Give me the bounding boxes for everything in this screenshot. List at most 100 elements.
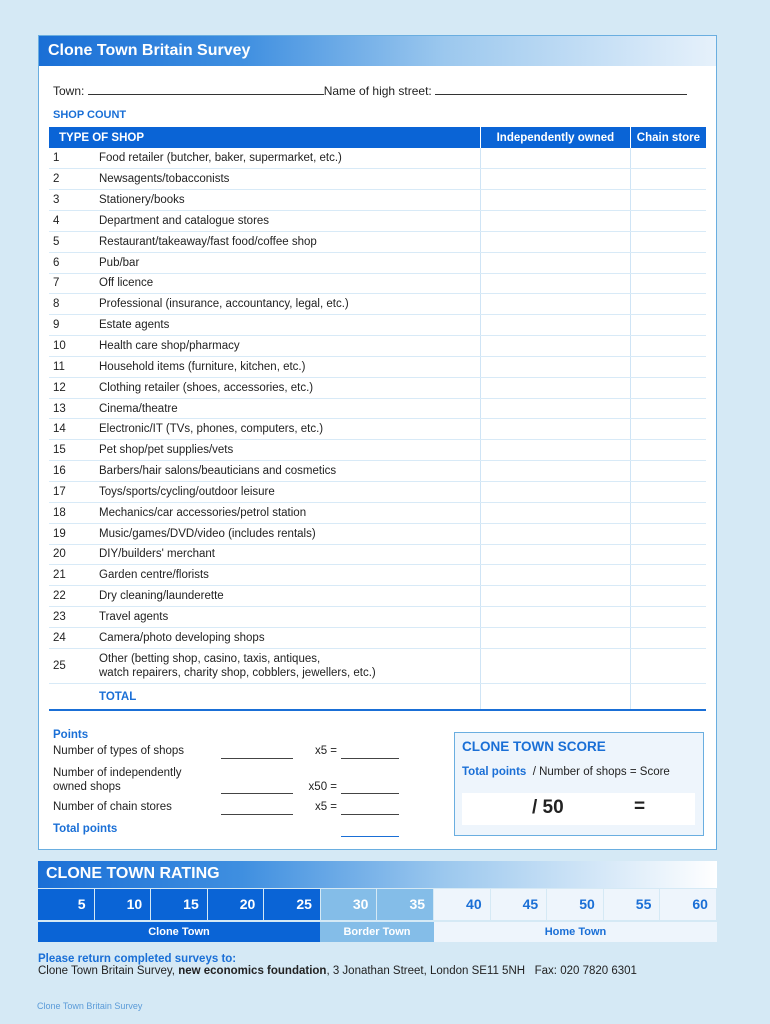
chain-count-cell[interactable] — [629, 606, 706, 628]
shop-number: 18 — [49, 502, 95, 524]
independent-count-cell[interactable] — [479, 439, 631, 462]
independent-count-cell[interactable] — [479, 523, 631, 545]
independent-count-cell[interactable] — [479, 627, 631, 649]
independent-count-cell[interactable] — [479, 460, 631, 482]
chain-count-cell[interactable] — [629, 335, 706, 357]
chain-count-cell[interactable] — [629, 377, 706, 399]
shop-type: Cinema/theatre — [95, 398, 481, 420]
col-type-of-shop: TYPE OF SHOP — [49, 127, 481, 148]
chain-count-cell[interactable] — [629, 210, 706, 232]
shop-number: 7 — [49, 273, 95, 295]
points-count-field[interactable] — [221, 758, 293, 759]
independent-total-cell[interactable] — [479, 683, 631, 712]
shop-number: 11 — [49, 356, 95, 378]
shop-number: 2 — [49, 168, 95, 191]
points-result-field[interactable] — [341, 814, 399, 815]
return-info: Please return completed surveys to: Clon… — [38, 953, 637, 977]
chain-count-cell[interactable] — [629, 231, 706, 253]
shop-type: Department and catalogue stores — [95, 210, 481, 232]
shop-row: 10 Health care shop/pharmacy — [49, 335, 706, 357]
chain-count-cell[interactable] — [629, 252, 706, 274]
shop-type-label: Electronic/IT (TVs, phones, computers, e… — [99, 423, 324, 436]
score-result-field[interactable]: / 50 = — [462, 793, 695, 825]
chain-count-cell[interactable] — [629, 627, 706, 649]
independent-count-cell[interactable] — [479, 252, 631, 274]
town-field[interactable] — [87, 85, 324, 95]
shop-row: 15 Pet shop/pet supplies/vets — [49, 439, 706, 462]
independent-count-cell[interactable] — [479, 293, 631, 316]
chain-count-cell[interactable] — [629, 398, 706, 420]
chain-count-cell[interactable] — [629, 168, 706, 191]
independent-count-cell[interactable] — [479, 231, 631, 253]
clone-town-score-box: CLONE TOWN SCORE Total points / Number o… — [454, 732, 704, 836]
shop-type: Food retailer (butcher, baker, supermark… — [95, 148, 481, 170]
formula-rest: / Number of shops = Score — [532, 766, 670, 778]
page-footer: Clone Town Britain Survey — [37, 1001, 143, 1011]
points-row: Number of chain stores x5 = — [53, 801, 399, 815]
independent-count-cell[interactable] — [479, 168, 631, 191]
shop-type: Stationery/books — [95, 189, 481, 212]
chain-count-cell[interactable] — [629, 460, 706, 482]
chain-count-cell[interactable] — [629, 293, 706, 316]
rating-value: 20 — [207, 889, 265, 920]
independent-count-cell[interactable] — [479, 418, 631, 441]
shop-type: Household items (furniture, kitchen, etc… — [95, 356, 481, 378]
chain-count-cell[interactable] — [629, 189, 706, 212]
band-border-town: Border Town — [320, 922, 434, 942]
chain-count-cell[interactable] — [629, 544, 706, 566]
total-points-row: Total points — [53, 823, 399, 837]
chain-count-cell[interactable] — [629, 148, 706, 170]
shop-type-label: Pet shop/pet supplies/vets — [99, 444, 234, 457]
points-multiplier: x5 = — [314, 745, 337, 757]
band-home-town: Home Town — [434, 922, 717, 942]
independent-count-cell[interactable] — [479, 544, 631, 566]
chain-count-cell[interactable] — [629, 273, 706, 295]
independent-count-cell[interactable] — [479, 314, 631, 337]
shop-number: 24 — [49, 627, 95, 649]
shop-row: 2 Newsagents/tobacconists — [49, 168, 706, 191]
chain-count-cell[interactable] — [629, 481, 706, 503]
chain-count-cell[interactable] — [629, 418, 706, 441]
chain-count-cell[interactable] — [629, 523, 706, 545]
chain-total-cell[interactable] — [629, 683, 706, 712]
points-count-field[interactable] — [221, 814, 293, 815]
high-street-field[interactable] — [435, 85, 688, 95]
points-result-field[interactable] — [341, 758, 399, 759]
independent-count-cell[interactable] — [479, 273, 631, 295]
independent-count-cell[interactable] — [479, 148, 631, 170]
chain-count-cell[interactable] — [629, 564, 706, 587]
independent-count-cell[interactable] — [479, 648, 631, 684]
points-multiplier: x5 = — [314, 801, 337, 813]
points-row-label: Number of independently — [53, 767, 182, 779]
chain-count-cell[interactable] — [629, 356, 706, 378]
independent-count-cell[interactable] — [479, 356, 631, 378]
independent-count-cell[interactable] — [479, 398, 631, 420]
independent-count-cell[interactable] — [479, 377, 631, 399]
rating-value: 40 — [434, 889, 491, 920]
shop-row: 8 Professional (insurance, accountancy, … — [49, 293, 706, 316]
chain-count-cell[interactable] — [629, 314, 706, 337]
shop-type-label: Pub/bar — [99, 256, 140, 269]
shop-row: 16 Barbers/hair salons/beauticians and c… — [49, 460, 706, 482]
shop-type-label: Newsagents/tobacconists — [99, 173, 230, 186]
chain-count-cell[interactable] — [629, 648, 706, 684]
independent-count-cell[interactable] — [479, 189, 631, 212]
total-points-field[interactable] — [341, 836, 399, 837]
shop-number: 22 — [49, 585, 95, 608]
independent-count-cell[interactable] — [479, 564, 631, 587]
chain-count-cell[interactable] — [629, 585, 706, 608]
independent-count-cell[interactable] — [479, 585, 631, 608]
chain-count-cell[interactable] — [629, 502, 706, 524]
points-result-field[interactable] — [341, 793, 399, 794]
chain-count-cell[interactable] — [629, 439, 706, 462]
independent-count-cell[interactable] — [479, 335, 631, 357]
points-count-field[interactable] — [221, 793, 293, 794]
points-multiplier: x50 = — [308, 781, 337, 793]
independent-count-cell[interactable] — [479, 606, 631, 628]
independent-count-cell[interactable] — [479, 502, 631, 524]
score-equals: = — [634, 796, 646, 817]
shop-row: 14 Electronic/IT (TVs, phones, computers… — [49, 418, 706, 441]
independent-count-cell[interactable] — [479, 481, 631, 503]
shop-number: 21 — [49, 564, 95, 587]
independent-count-cell[interactable] — [479, 210, 631, 232]
